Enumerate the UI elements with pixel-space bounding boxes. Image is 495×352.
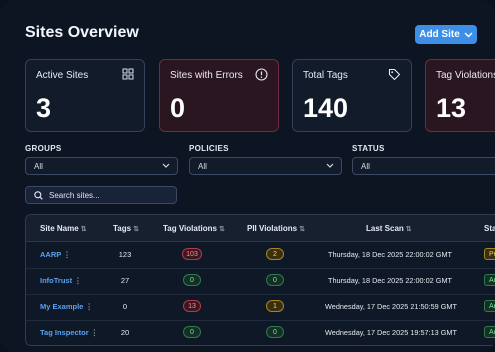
column-header-tag-violations[interactable]: Tag Violations ⇅ bbox=[163, 224, 225, 233]
groups-filter-label: GROUPS bbox=[25, 144, 62, 153]
tag-violations-badge: 0 bbox=[183, 326, 201, 338]
status-badge: Ac bbox=[484, 326, 495, 338]
policies-select[interactable]: All bbox=[189, 157, 342, 175]
site-link[interactable]: Tag Inspector ⋮ bbox=[40, 328, 98, 337]
more-icon[interactable]: ⋮ bbox=[85, 302, 93, 311]
tags-count: 20 bbox=[120, 328, 130, 337]
card-label: Total Tags bbox=[303, 70, 348, 81]
table-header: Site Name ⇅ Tags ⇅ Tag Violations ⇅ PII Vio… bbox=[26, 215, 495, 242]
last-scan: Thursday, 18 Dec 2025 22:00:02 GMT bbox=[328, 276, 452, 285]
card-value: 3 bbox=[36, 93, 52, 123]
sort-icon: ⇅ bbox=[405, 226, 412, 233]
sort-icon: ⇅ bbox=[133, 226, 139, 233]
site-link[interactable]: My Example ⋮ bbox=[40, 302, 93, 311]
last-scan: Wednesday, 17 Dec 2025 21:50:59 GMT bbox=[325, 302, 457, 311]
card-value: 140 bbox=[303, 93, 349, 123]
search-input[interactable]: Search sites... bbox=[25, 186, 177, 204]
column-header-status[interactable]: Sta bbox=[484, 224, 495, 233]
policies-select-value: All bbox=[198, 161, 207, 171]
last-scan: Wednesday, 17 Dec 2025 19:57:13 GMT bbox=[325, 328, 457, 337]
status-badge: Ac bbox=[484, 274, 495, 286]
status-badge: Pe bbox=[484, 248, 495, 260]
sort-icon: ⇅ bbox=[299, 226, 305, 233]
card-value: 13 bbox=[436, 93, 467, 123]
site-link[interactable]: InfoTrust ⋮ bbox=[40, 276, 82, 285]
column-header-tags[interactable]: Tags ⇅ bbox=[113, 224, 139, 233]
last-scan: Thursday, 18 Dec 2025 22:00:02 GMT bbox=[328, 250, 452, 259]
add-site-label: Add Site bbox=[419, 29, 460, 40]
sort-icon: ⇅ bbox=[218, 226, 225, 233]
card-label: Sites with Errors bbox=[170, 70, 243, 81]
card-label: Active Sites bbox=[36, 70, 89, 81]
chevron-down-icon bbox=[326, 163, 334, 168]
card-sites-with-errors: Sites with Errors 0 bbox=[159, 59, 279, 132]
sites-table: Site Name ⇅ Tags ⇅ Tag Violations ⇅ PII Vio… bbox=[25, 214, 495, 346]
table-row[interactable]: My Example ⋮ 0 13 1 Wednesday, 17 Dec 202… bbox=[26, 294, 495, 321]
column-header-pii-violations[interactable]: PII Violations ⇅ bbox=[247, 224, 305, 233]
tag-violations-badge: 0 bbox=[183, 274, 201, 286]
sort-icon: ⇅ bbox=[80, 226, 87, 233]
card-value: 0 bbox=[170, 93, 186, 123]
card-tag-violations: Tag Violations 13 bbox=[425, 59, 495, 132]
tag-icon bbox=[388, 68, 401, 81]
card-active-sites: Active Sites 3 bbox=[25, 59, 145, 132]
add-site-button[interactable]: Add Site bbox=[415, 25, 477, 44]
more-icon[interactable]: ⋮ bbox=[91, 328, 99, 337]
table-row[interactable]: InfoTrust ⋮ 27 0 0 Thursday, 18 Dec 2025 … bbox=[26, 268, 495, 295]
sites-overview-page: Sites Overview Add Site Active Sites 3 S… bbox=[0, 0, 495, 352]
table-row[interactable]: Tag Inspector ⋮ 20 0 0 Wednesday, 17 Dec … bbox=[26, 320, 495, 345]
status-filter-label: STATUS bbox=[352, 144, 385, 153]
search-icon bbox=[34, 190, 43, 200]
pii-violations-badge: 2 bbox=[266, 248, 284, 260]
alert-circle-icon bbox=[255, 68, 268, 81]
policies-filter-label: POLICIES bbox=[189, 144, 229, 153]
tag-violations-badge: 103 bbox=[182, 248, 202, 260]
pii-violations-badge: 0 bbox=[266, 274, 284, 286]
groups-select-value: All bbox=[34, 161, 43, 171]
search-placeholder: Search sites... bbox=[49, 190, 100, 200]
tags-count: 123 bbox=[118, 250, 132, 259]
status-select[interactable]: All bbox=[352, 157, 495, 175]
pii-violations-badge: 1 bbox=[266, 300, 284, 312]
more-icon[interactable]: ⋮ bbox=[63, 250, 71, 259]
status-select-value: All bbox=[361, 161, 370, 171]
card-total-tags: Total Tags 140 bbox=[292, 59, 412, 132]
groups-select[interactable]: All bbox=[25, 157, 178, 175]
more-icon[interactable]: ⋮ bbox=[74, 276, 82, 285]
site-link[interactable]: AARP ⋮ bbox=[40, 250, 71, 259]
tags-count: 0 bbox=[122, 302, 128, 311]
table-row[interactable]: AARP ⋮ 123 103 2 Thursday, 18 Dec 2025 22… bbox=[26, 242, 495, 269]
pii-violations-badge: 0 bbox=[266, 326, 284, 338]
chevron-down-icon bbox=[162, 163, 170, 168]
grid-icon bbox=[122, 68, 134, 80]
column-header-last-scan[interactable]: Last Scan ⇅ bbox=[366, 224, 412, 233]
card-label: Tag Violations bbox=[436, 70, 495, 81]
page-title: Sites Overview bbox=[25, 24, 139, 41]
column-header-site-name[interactable]: Site Name ⇅ bbox=[40, 224, 87, 233]
status-badge: Ac bbox=[484, 300, 495, 312]
chevron-down-icon bbox=[464, 32, 473, 37]
tag-violations-badge: 13 bbox=[183, 300, 201, 312]
tags-count: 27 bbox=[120, 276, 130, 285]
